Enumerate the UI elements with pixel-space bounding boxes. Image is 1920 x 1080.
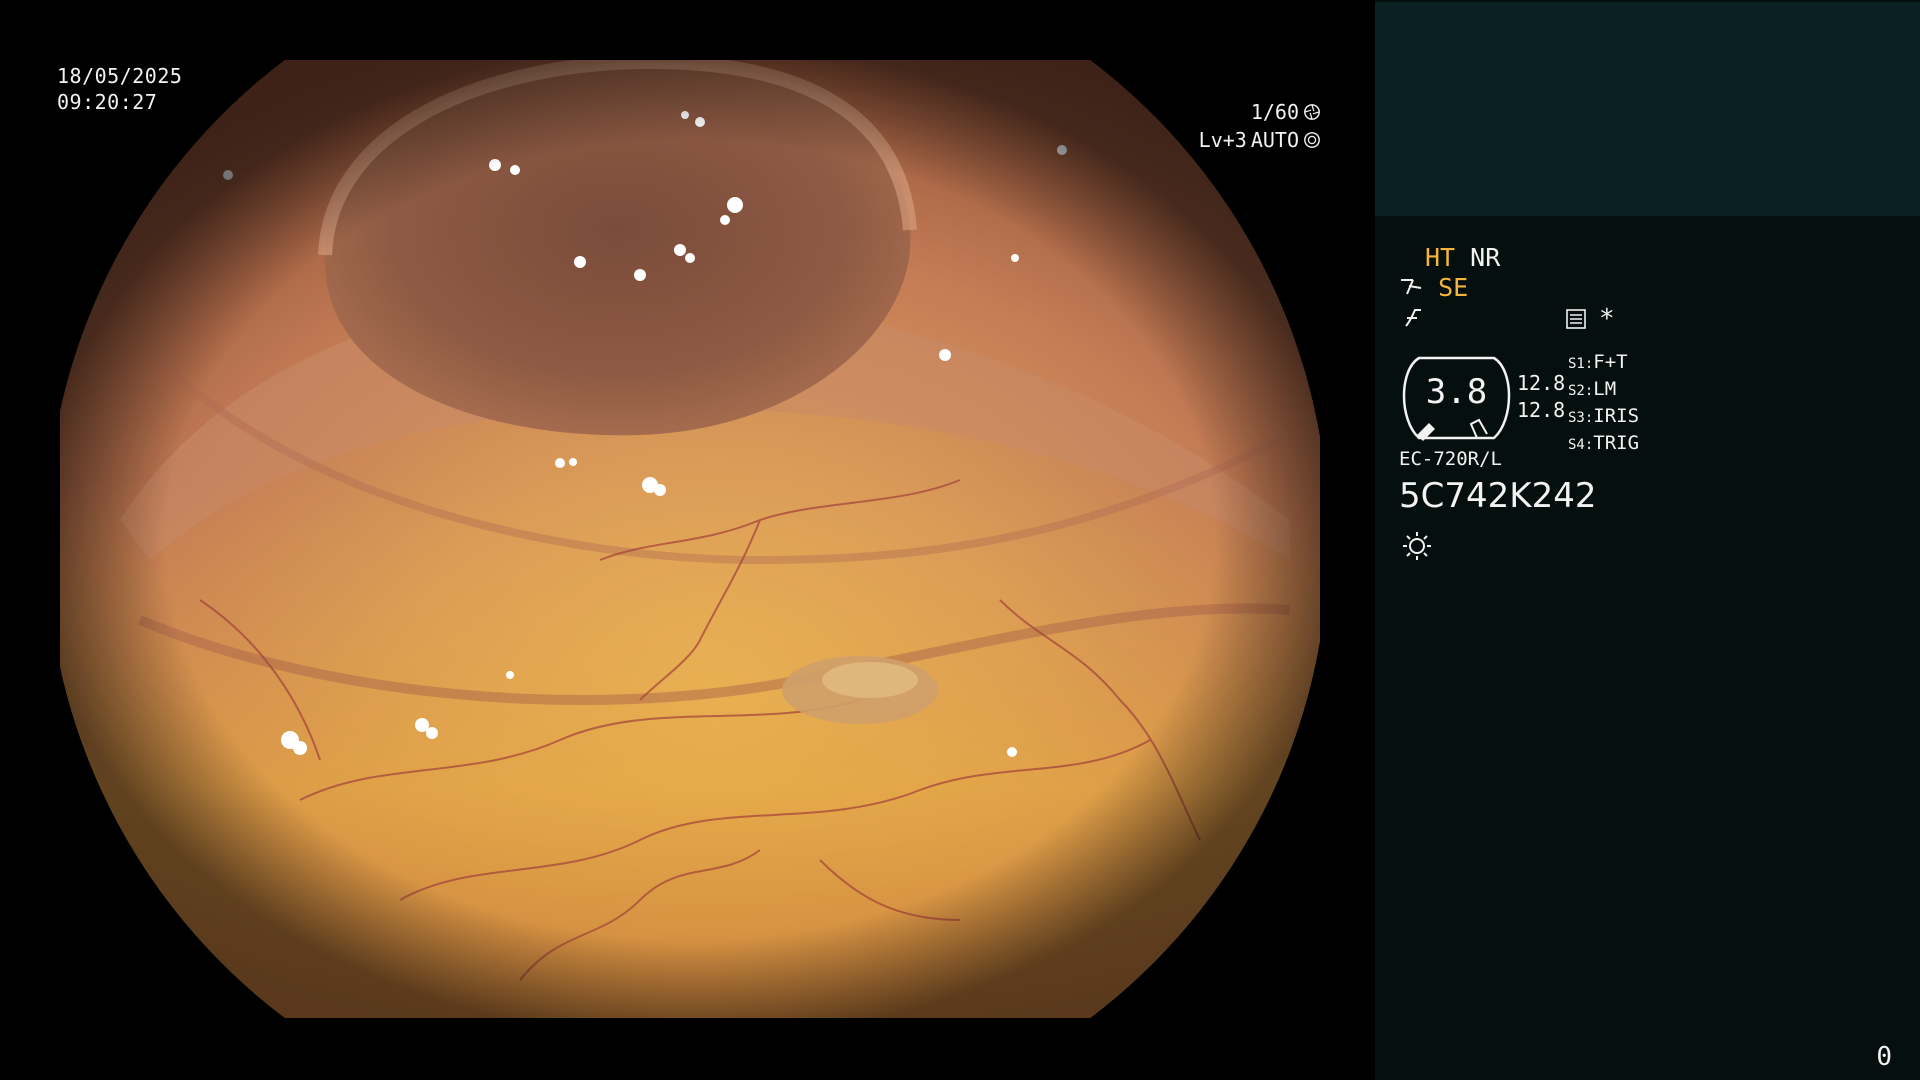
switch-row: S1:F+T [1568, 351, 1628, 373]
reading-bottom: 12.8 [1517, 398, 1566, 422]
nr-mode: NR [1470, 243, 1501, 272]
gauge-readings: 12.8 12.8 [1517, 370, 1565, 424]
scope-tip-icon [1401, 279, 1422, 295]
switch-value: IRIS [1593, 405, 1640, 427]
curve-icon [1405, 309, 1421, 327]
memo-icon [1566, 309, 1586, 329]
scope-model: EC-720R/L [1399, 448, 1502, 470]
reading-top: 12.8 [1517, 371, 1566, 395]
structure-row: SE [1399, 273, 1468, 302]
switch-assignments: S1:F+T S2:LM S3:IRIS S4:TRIG [1568, 350, 1639, 458]
endoscopy-view: 18/05/2025 09:20:27 1/60 Lv+3 AUTO [0, 0, 1375, 1080]
status-panel: HT NR SE * 3.8 12.8 12.8 S1:F+T S2:LM S3… [1375, 0, 1920, 1080]
time-text: 09:20:27 [57, 90, 158, 114]
scope-serial: 5C742K242 [1399, 476, 1597, 516]
switch-row: S4:TRIG [1568, 432, 1640, 454]
ht-mode: HT [1425, 243, 1456, 272]
panel-header [1375, 2, 1920, 216]
shutter-icon [1304, 104, 1320, 120]
light-level-text: Lv+3 [1198, 128, 1247, 152]
switch-key: S4 [1568, 437, 1585, 453]
switch-row: S2:LM [1568, 378, 1617, 400]
gauge-value: 3.8 [1425, 372, 1488, 412]
switch-key: S1 [1568, 356, 1585, 372]
asterisk-icon: * [1599, 304, 1615, 334]
date-text: 18/05/2025 [57, 64, 183, 88]
endoscopic-image [60, 60, 1320, 1018]
brightness-icon [1403, 532, 1431, 560]
light-mode-text: AUTO [1250, 128, 1299, 152]
shutter-text: 1/60 [1250, 100, 1299, 124]
date-time-readout: 18/05/2025 09:20:27 [57, 63, 182, 115]
iris-icon [1304, 132, 1320, 148]
exposure-readout: 1/60 Lv+3 AUTO [1199, 98, 1321, 154]
switch-value: TRIG [1593, 432, 1640, 454]
switch-row: S3:IRIS [1568, 405, 1640, 427]
se-mode: SE [1438, 273, 1469, 302]
switch-value: LM [1593, 378, 1617, 400]
switch-key: S3 [1568, 410, 1585, 426]
switch-value: F+T [1593, 351, 1628, 373]
frame-counter: 0 [1876, 1042, 1892, 1072]
switch-key: S2 [1568, 383, 1585, 399]
enhancement-row: HT NR [1425, 243, 1500, 272]
